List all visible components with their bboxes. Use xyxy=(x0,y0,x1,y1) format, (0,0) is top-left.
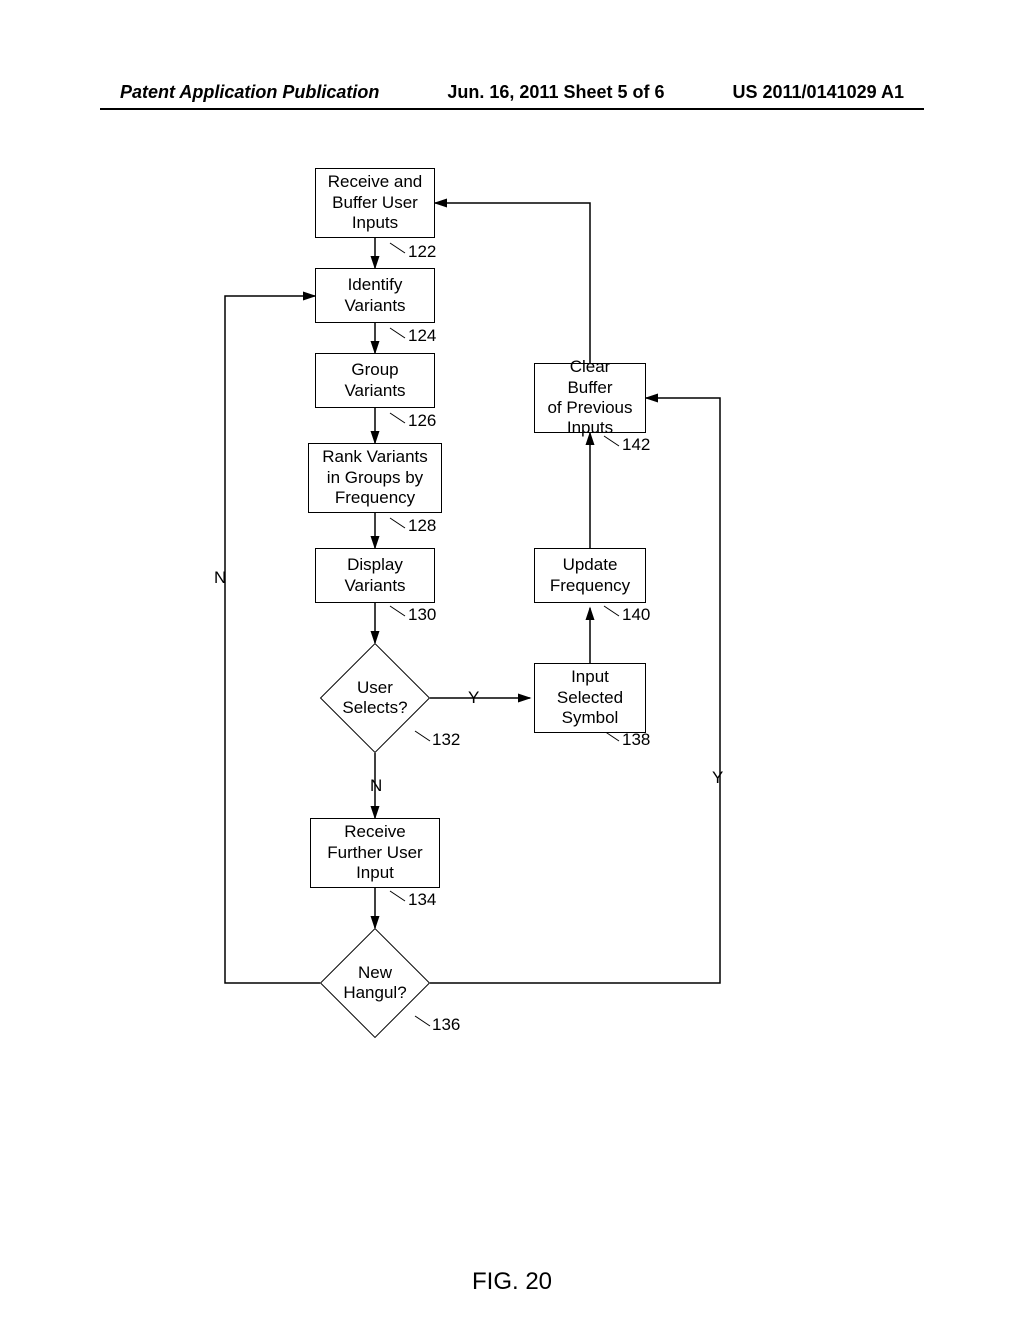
ref-130: 130 xyxy=(408,605,436,625)
ref-134: 134 xyxy=(408,890,436,910)
box-rank-variants: Rank Variantsin Groups byFrequency xyxy=(308,443,442,513)
label-y-136: Y xyxy=(712,768,723,788)
ref-124: 124 xyxy=(408,326,436,346)
decision-user-selects: UserSelects? xyxy=(320,643,430,753)
label-n-132: N xyxy=(370,776,382,796)
box-text: InputSelectedSymbol xyxy=(557,667,623,728)
figure-label: FIG. 20 xyxy=(0,1268,1024,1296)
box-text: Rank Variantsin Groups byFrequency xyxy=(322,447,428,508)
box-text: IdentifyVariants xyxy=(344,275,405,316)
box-receive-buffer: Receive andBuffer UserInputs xyxy=(315,168,435,238)
box-input-selected: InputSelectedSymbol xyxy=(534,663,646,733)
box-clear-buffer: Clear Bufferof PreviousInputs xyxy=(534,363,646,433)
ref-142: 142 xyxy=(622,435,650,455)
box-text: Clear Bufferof PreviousInputs xyxy=(545,357,635,439)
box-text: Receive andBuffer UserInputs xyxy=(328,172,423,233)
ref-140: 140 xyxy=(622,605,650,625)
diamond-text: NewHangul? xyxy=(343,963,406,1004)
flowchart-canvas: Receive andBuffer UserInputs 122 Identif… xyxy=(0,168,1024,1228)
box-text: DisplayVariants xyxy=(344,555,405,596)
ref-136: 136 xyxy=(432,1015,460,1035)
page-header: Patent Application Publication Jun. 16, … xyxy=(0,82,1024,103)
box-identify-variants: IdentifyVariants xyxy=(315,268,435,323)
box-display-variants: DisplayVariants xyxy=(315,548,435,603)
box-receive-further: ReceiveFurther UserInput xyxy=(310,818,440,888)
flowchart-arrows xyxy=(0,168,1024,1228)
ref-132: 132 xyxy=(432,730,460,750)
label-y-132: Y xyxy=(468,688,479,708)
header-rule xyxy=(100,108,924,110)
header-left: Patent Application Publication xyxy=(120,82,379,103)
ref-128: 128 xyxy=(408,516,436,536)
box-update-frequency: UpdateFrequency xyxy=(534,548,646,603)
label-n-136: N xyxy=(214,568,226,588)
header-right: US 2011/0141029 A1 xyxy=(733,82,904,103)
box-text: ReceiveFurther UserInput xyxy=(327,822,422,883)
box-text: UpdateFrequency xyxy=(550,555,630,596)
diamond-text: UserSelects? xyxy=(342,678,407,719)
patent-page: Patent Application Publication Jun. 16, … xyxy=(0,0,1024,1320)
box-group-variants: GroupVariants xyxy=(315,353,435,408)
header-center: Jun. 16, 2011 Sheet 5 of 6 xyxy=(447,82,664,103)
ref-126: 126 xyxy=(408,411,436,431)
decision-new-hangul: NewHangul? xyxy=(320,928,430,1038)
box-text: GroupVariants xyxy=(344,360,405,401)
ref-138: 138 xyxy=(622,730,650,750)
ref-122: 122 xyxy=(408,242,436,262)
